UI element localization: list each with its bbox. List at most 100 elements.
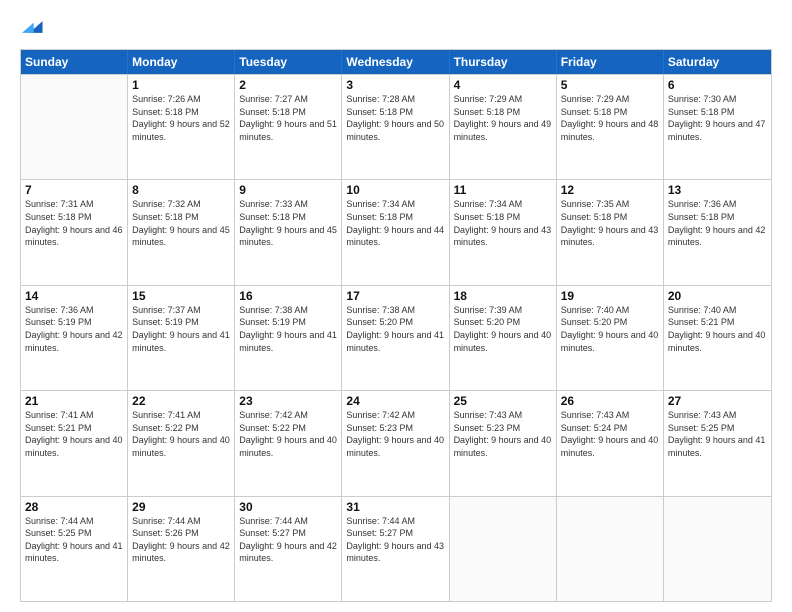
day-number: 15 xyxy=(132,289,230,303)
calendar-day-24: 24Sunrise: 7:42 AMSunset: 5:23 PMDayligh… xyxy=(342,391,449,495)
day-info: Sunrise: 7:33 AMSunset: 5:18 PMDaylight:… xyxy=(239,198,337,248)
day-info: Sunrise: 7:36 AMSunset: 5:19 PMDaylight:… xyxy=(25,304,123,354)
day-number: 28 xyxy=(25,500,123,514)
calendar-body: 1Sunrise: 7:26 AMSunset: 5:18 PMDaylight… xyxy=(21,74,771,601)
header-day-thursday: Thursday xyxy=(450,50,557,74)
day-info: Sunrise: 7:43 AMSunset: 5:24 PMDaylight:… xyxy=(561,409,659,459)
day-number: 7 xyxy=(25,183,123,197)
header-day-saturday: Saturday xyxy=(664,50,771,74)
calendar-day-16: 16Sunrise: 7:38 AMSunset: 5:19 PMDayligh… xyxy=(235,286,342,390)
day-number: 5 xyxy=(561,78,659,92)
day-info: Sunrise: 7:34 AMSunset: 5:18 PMDaylight:… xyxy=(346,198,444,248)
day-info: Sunrise: 7:37 AMSunset: 5:19 PMDaylight:… xyxy=(132,304,230,354)
day-number: 2 xyxy=(239,78,337,92)
calendar-day-8: 8Sunrise: 7:32 AMSunset: 5:18 PMDaylight… xyxy=(128,180,235,284)
day-number: 6 xyxy=(668,78,767,92)
day-info: Sunrise: 7:41 AMSunset: 5:22 PMDaylight:… xyxy=(132,409,230,459)
calendar-empty-cell xyxy=(557,497,664,601)
calendar-day-19: 19Sunrise: 7:40 AMSunset: 5:20 PMDayligh… xyxy=(557,286,664,390)
day-info: Sunrise: 7:39 AMSunset: 5:20 PMDaylight:… xyxy=(454,304,552,354)
day-number: 17 xyxy=(346,289,444,303)
calendar-day-7: 7Sunrise: 7:31 AMSunset: 5:18 PMDaylight… xyxy=(21,180,128,284)
header-day-sunday: Sunday xyxy=(21,50,128,74)
day-info: Sunrise: 7:30 AMSunset: 5:18 PMDaylight:… xyxy=(668,93,767,143)
day-info: Sunrise: 7:44 AMSunset: 5:26 PMDaylight:… xyxy=(132,515,230,565)
calendar-week-5: 28Sunrise: 7:44 AMSunset: 5:25 PMDayligh… xyxy=(21,496,771,601)
calendar-day-17: 17Sunrise: 7:38 AMSunset: 5:20 PMDayligh… xyxy=(342,286,449,390)
day-number: 23 xyxy=(239,394,337,408)
day-info: Sunrise: 7:29 AMSunset: 5:18 PMDaylight:… xyxy=(454,93,552,143)
day-info: Sunrise: 7:44 AMSunset: 5:27 PMDaylight:… xyxy=(346,515,444,565)
logo xyxy=(20,16,44,43)
calendar-day-13: 13Sunrise: 7:36 AMSunset: 5:18 PMDayligh… xyxy=(664,180,771,284)
day-number: 19 xyxy=(561,289,659,303)
day-info: Sunrise: 7:31 AMSunset: 5:18 PMDaylight:… xyxy=(25,198,123,248)
calendar-day-21: 21Sunrise: 7:41 AMSunset: 5:21 PMDayligh… xyxy=(21,391,128,495)
day-number: 11 xyxy=(454,183,552,197)
day-number: 3 xyxy=(346,78,444,92)
calendar-day-2: 2Sunrise: 7:27 AMSunset: 5:18 PMDaylight… xyxy=(235,75,342,179)
day-info: Sunrise: 7:43 AMSunset: 5:23 PMDaylight:… xyxy=(454,409,552,459)
day-number: 25 xyxy=(454,394,552,408)
day-info: Sunrise: 7:44 AMSunset: 5:27 PMDaylight:… xyxy=(239,515,337,565)
day-number: 22 xyxy=(132,394,230,408)
day-number: 13 xyxy=(668,183,767,197)
day-number: 24 xyxy=(346,394,444,408)
day-info: Sunrise: 7:40 AMSunset: 5:20 PMDaylight:… xyxy=(561,304,659,354)
day-info: Sunrise: 7:36 AMSunset: 5:18 PMDaylight:… xyxy=(668,198,767,248)
day-info: Sunrise: 7:35 AMSunset: 5:18 PMDaylight:… xyxy=(561,198,659,248)
calendar-day-11: 11Sunrise: 7:34 AMSunset: 5:18 PMDayligh… xyxy=(450,180,557,284)
calendar-week-2: 7Sunrise: 7:31 AMSunset: 5:18 PMDaylight… xyxy=(21,179,771,284)
calendar-header-row: SundayMondayTuesdayWednesdayThursdayFrid… xyxy=(21,50,771,74)
calendar-day-6: 6Sunrise: 7:30 AMSunset: 5:18 PMDaylight… xyxy=(664,75,771,179)
day-info: Sunrise: 7:42 AMSunset: 5:23 PMDaylight:… xyxy=(346,409,444,459)
calendar-day-30: 30Sunrise: 7:44 AMSunset: 5:27 PMDayligh… xyxy=(235,497,342,601)
calendar-week-4: 21Sunrise: 7:41 AMSunset: 5:21 PMDayligh… xyxy=(21,390,771,495)
header-day-wednesday: Wednesday xyxy=(342,50,449,74)
calendar-day-23: 23Sunrise: 7:42 AMSunset: 5:22 PMDayligh… xyxy=(235,391,342,495)
calendar-day-14: 14Sunrise: 7:36 AMSunset: 5:19 PMDayligh… xyxy=(21,286,128,390)
header-day-monday: Monday xyxy=(128,50,235,74)
day-number: 18 xyxy=(454,289,552,303)
calendar-day-9: 9Sunrise: 7:33 AMSunset: 5:18 PMDaylight… xyxy=(235,180,342,284)
day-number: 20 xyxy=(668,289,767,303)
logo-icon xyxy=(22,16,44,38)
calendar-page: SundayMondayTuesdayWednesdayThursdayFrid… xyxy=(0,0,792,612)
calendar-week-1: 1Sunrise: 7:26 AMSunset: 5:18 PMDaylight… xyxy=(21,74,771,179)
day-info: Sunrise: 7:38 AMSunset: 5:19 PMDaylight:… xyxy=(239,304,337,354)
day-number: 29 xyxy=(132,500,230,514)
calendar-day-10: 10Sunrise: 7:34 AMSunset: 5:18 PMDayligh… xyxy=(342,180,449,284)
day-info: Sunrise: 7:29 AMSunset: 5:18 PMDaylight:… xyxy=(561,93,659,143)
day-info: Sunrise: 7:26 AMSunset: 5:18 PMDaylight:… xyxy=(132,93,230,143)
calendar-day-15: 15Sunrise: 7:37 AMSunset: 5:19 PMDayligh… xyxy=(128,286,235,390)
calendar-week-3: 14Sunrise: 7:36 AMSunset: 5:19 PMDayligh… xyxy=(21,285,771,390)
calendar-day-1: 1Sunrise: 7:26 AMSunset: 5:18 PMDaylight… xyxy=(128,75,235,179)
day-info: Sunrise: 7:42 AMSunset: 5:22 PMDaylight:… xyxy=(239,409,337,459)
day-number: 30 xyxy=(239,500,337,514)
day-info: Sunrise: 7:27 AMSunset: 5:18 PMDaylight:… xyxy=(239,93,337,143)
day-info: Sunrise: 7:41 AMSunset: 5:21 PMDaylight:… xyxy=(25,409,123,459)
day-number: 9 xyxy=(239,183,337,197)
day-number: 1 xyxy=(132,78,230,92)
calendar-day-29: 29Sunrise: 7:44 AMSunset: 5:26 PMDayligh… xyxy=(128,497,235,601)
header-day-friday: Friday xyxy=(557,50,664,74)
calendar-day-22: 22Sunrise: 7:41 AMSunset: 5:22 PMDayligh… xyxy=(128,391,235,495)
calendar-day-31: 31Sunrise: 7:44 AMSunset: 5:27 PMDayligh… xyxy=(342,497,449,601)
calendar-day-28: 28Sunrise: 7:44 AMSunset: 5:25 PMDayligh… xyxy=(21,497,128,601)
day-info: Sunrise: 7:38 AMSunset: 5:20 PMDaylight:… xyxy=(346,304,444,354)
calendar-day-5: 5Sunrise: 7:29 AMSunset: 5:18 PMDaylight… xyxy=(557,75,664,179)
calendar: SundayMondayTuesdayWednesdayThursdayFrid… xyxy=(20,49,772,602)
day-info: Sunrise: 7:28 AMSunset: 5:18 PMDaylight:… xyxy=(346,93,444,143)
day-info: Sunrise: 7:43 AMSunset: 5:25 PMDaylight:… xyxy=(668,409,767,459)
calendar-day-12: 12Sunrise: 7:35 AMSunset: 5:18 PMDayligh… xyxy=(557,180,664,284)
day-number: 26 xyxy=(561,394,659,408)
day-number: 14 xyxy=(25,289,123,303)
calendar-day-3: 3Sunrise: 7:28 AMSunset: 5:18 PMDaylight… xyxy=(342,75,449,179)
calendar-empty-cell xyxy=(450,497,557,601)
day-number: 16 xyxy=(239,289,337,303)
day-info: Sunrise: 7:40 AMSunset: 5:21 PMDaylight:… xyxy=(668,304,767,354)
header-day-tuesday: Tuesday xyxy=(235,50,342,74)
page-header xyxy=(20,16,772,43)
day-info: Sunrise: 7:32 AMSunset: 5:18 PMDaylight:… xyxy=(132,198,230,248)
day-number: 10 xyxy=(346,183,444,197)
